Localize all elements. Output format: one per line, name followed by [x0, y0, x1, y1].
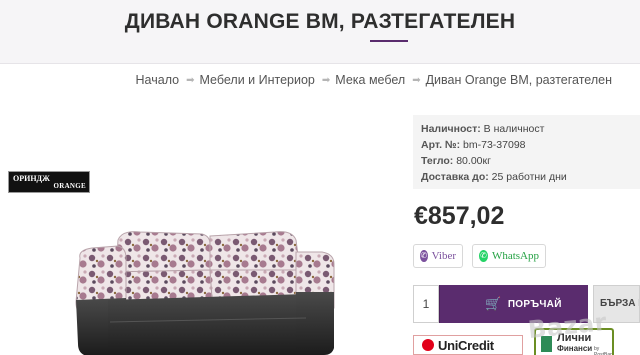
whatsapp-icon: ✆ — [479, 250, 488, 262]
quantity-input[interactable]: 1 — [413, 285, 439, 323]
breadcrumb-home[interactable]: Начало — [136, 73, 180, 87]
brand-logo-latin: ORANGE — [53, 182, 86, 190]
title-band: ДИВАН ORANGE BM, РАЗТЕГАТЕЛЕН — [0, 0, 640, 64]
unicredit-financing-button[interactable]: UniCredit — [413, 335, 523, 355]
viber-share-button[interactable]: ✆ Viber — [413, 244, 463, 268]
availability-row: Наличност: В наличност — [421, 123, 545, 135]
lichni-finansi-line3: by PostBank — [594, 346, 614, 355]
whatsapp-share-button[interactable]: ✆ WhatsApp — [472, 244, 546, 268]
breadcrumb-current: Диван Orange BM, разтегателен — [425, 73, 612, 87]
weight-row: Тегло: 80.00кг — [421, 155, 491, 167]
unicredit-logo-icon — [422, 339, 434, 351]
quantity-stepper[interactable] — [439, 285, 459, 323]
viber-label: Viber — [431, 250, 456, 262]
breadcrumb: Начало ➡ Мебели и Интериор ➡ Мека мебел … — [136, 73, 612, 87]
brand-logo-cyrillic: ОРИНДЖ — [13, 174, 50, 183]
cart-icon: 🛒 — [485, 296, 502, 312]
breadcrumb-furniture[interactable]: Мебели и Интериор — [199, 73, 314, 87]
delivery-row: Доставка до: 25 работни дни — [421, 171, 567, 183]
product-page: ДИВАН ORANGE BM, РАЗТЕГАТЕЛЕН Начало ➡ М… — [0, 0, 640, 355]
title-underline — [370, 40, 408, 42]
sofa-product-image[interactable] — [70, 222, 340, 355]
sku-row: Арт. №: bm-73-37098 — [421, 139, 526, 151]
product-details: Наличност: В наличност Арт. №: bm-73-370… — [413, 115, 640, 189]
page-title: ДИВАН ORANGE BM, РАЗТЕГАТЕЛЕН — [124, 10, 516, 33]
unicredit-label: UniCredit — [438, 337, 494, 353]
breadcrumb-arrow-icon: ➡ — [321, 74, 331, 86]
add-to-cart-label: ПОРЪЧАЙ — [507, 298, 562, 310]
lichni-finansi-line2: Финанси — [557, 344, 593, 353]
product-price: €857,02 — [414, 202, 505, 230]
viber-icon: ✆ — [420, 250, 428, 262]
whatsapp-label: WhatsApp — [491, 250, 539, 262]
breadcrumb-soft-furniture[interactable]: Мека мебел — [335, 73, 405, 87]
breadcrumb-arrow-icon: ➡ — [186, 74, 195, 86]
brand-logo: ОРИНДЖ ORANGE — [8, 171, 90, 193]
breadcrumb-arrow-icon: ➡ — [412, 74, 421, 86]
